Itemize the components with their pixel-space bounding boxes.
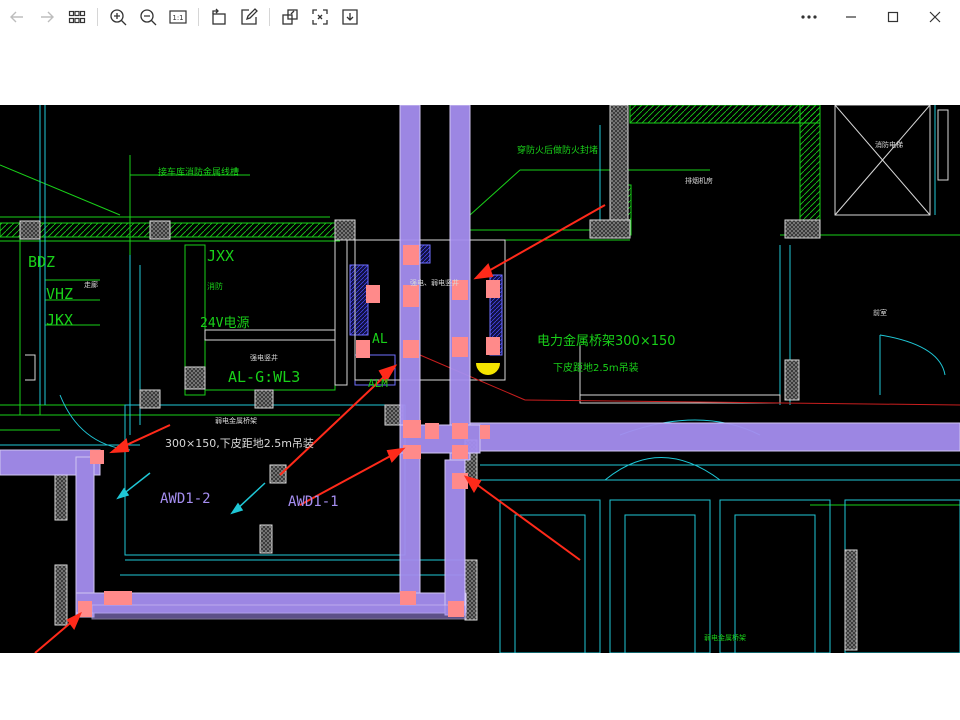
toolbar-separator (97, 8, 98, 26)
arrow-left-icon[interactable] (2, 2, 32, 32)
label-alm: ALM (368, 377, 388, 390)
close-icon[interactable] (914, 2, 956, 32)
toolbar-separator (198, 8, 199, 26)
label-top-mid: 穿防火后做防火封堵 (517, 144, 598, 156)
crop-icon[interactable] (275, 2, 305, 32)
toolbar-separator (269, 8, 270, 26)
label-al: AL (372, 332, 388, 347)
label-awd1: AWD1-1 (288, 494, 339, 510)
more-icon[interactable] (794, 2, 824, 32)
label-algwl3-note: 强电竖井 (250, 353, 278, 362)
label-xiaofang: 消防 (207, 281, 223, 291)
label-jkx: JKX (46, 311, 73, 329)
edit-icon[interactable] (234, 2, 264, 32)
label-shaft-note: 强电、弱电竖井 (410, 278, 459, 287)
label-side-note: 走廊 (84, 280, 98, 289)
minimize-icon[interactable] (830, 2, 872, 32)
label-24v: 24V电源 (200, 316, 249, 331)
fit-screen-icon[interactable] (305, 2, 335, 32)
zoom-out-icon[interactable] (133, 2, 163, 32)
label-top-left: 接车库消防金属线槽 (158, 166, 239, 178)
label-tray-left-note: 弱电金属桥架 (215, 416, 257, 425)
label-room-right2: 前室 (873, 308, 887, 317)
tray-fittings (78, 245, 500, 617)
label-tray-left: 300×150,下皮距地2.5m吊装 (165, 437, 314, 450)
label-bottom-right: 弱电金属桥架 (704, 633, 746, 642)
rotate-icon[interactable] (204, 2, 234, 32)
download-icon[interactable] (335, 2, 365, 32)
maximize-icon[interactable] (872, 2, 914, 32)
cad-drawing: 接车库消防金属线槽 穿防火后做防火封堵 排烟机房 消防电梯 前室 BDZ VHZ… (0, 105, 960, 653)
label-awd2: AWD1-2 (160, 491, 211, 507)
arrow-right-icon[interactable] (32, 2, 62, 32)
label-top-right-a: 排烟机房 (685, 176, 713, 185)
label-algwl3: AL-G:WL3 (228, 368, 300, 386)
label-vhz: VHZ (46, 285, 73, 303)
drawing-viewport[interactable]: 接车库消防金属线槽 穿防火后做防火封堵 排烟机房 消防电梯 前室 BDZ VHZ… (0, 105, 960, 653)
zoom-in-icon[interactable] (103, 2, 133, 32)
label-bdz: BDZ (28, 253, 55, 271)
actual-size-icon[interactable]: 1:1 (163, 2, 193, 32)
viewer-toolbar: 1:1 (0, 0, 960, 34)
label-top-right-b: 消防电梯 (875, 140, 903, 149)
grid-icon[interactable] (62, 2, 92, 32)
label-tray-upper-sub: 下皮距地2.5m吊装 (553, 361, 639, 374)
light-fixture-icon (476, 363, 500, 375)
actual-size-label: 1:1 (172, 14, 183, 22)
label-jxx: JXX (207, 247, 234, 265)
label-tray-upper: 电力金属桥架300×150 (537, 333, 676, 349)
